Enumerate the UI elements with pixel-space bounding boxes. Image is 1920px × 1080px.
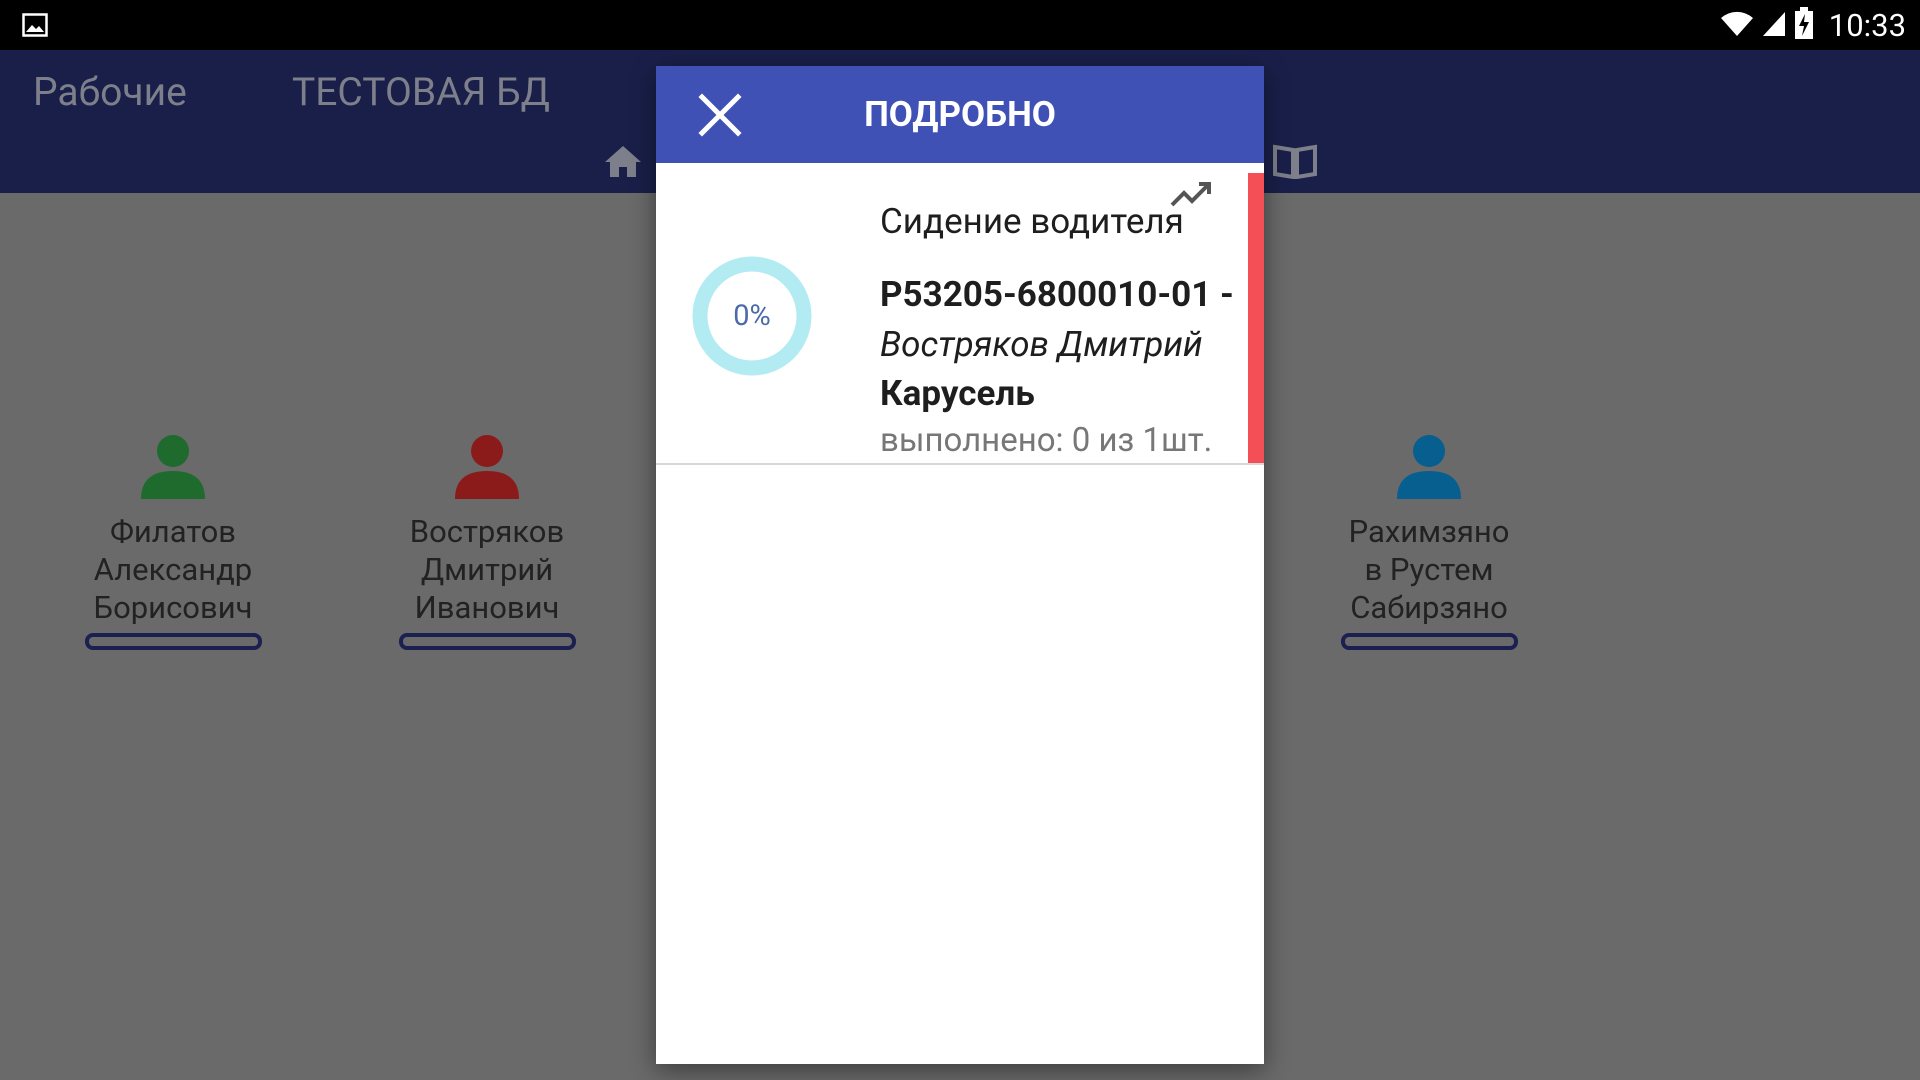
gallery-icon <box>22 13 48 41</box>
status-stripe <box>1248 173 1264 463</box>
task-machine: Карусель <box>880 373 1035 414</box>
person-icon <box>141 435 205 499</box>
worker-progress-bar <box>84 633 262 650</box>
database-name[interactable]: ТЕСТОВАЯ БД <box>292 69 550 115</box>
worker-progress-bar <box>1340 633 1518 650</box>
person-icon <box>1397 435 1461 499</box>
worker-card[interactable]: Филатов Александр Борисович <box>53 433 293 650</box>
signal-icon <box>1761 8 1787 42</box>
wifi-icon <box>1719 8 1755 42</box>
task-completed: выполнено: 0 из 1шт. <box>880 421 1213 460</box>
home-icon[interactable] <box>603 143 643 183</box>
worker-card[interactable]: Рахимзяно в Рустем Сабирзяно <box>1309 433 1549 650</box>
details-dialog: ПОДРОБНО 0% Сидение водителя Р53205-6800… <box>656 66 1264 1064</box>
worker-name: Рахимзяно в Рустем Сабирзяно <box>1348 513 1510 626</box>
dialog-header: ПОДРОБНО <box>656 66 1264 163</box>
clock: 10:33 <box>1828 6 1906 44</box>
task-name: Сидение водителя <box>880 201 1184 242</box>
worker-name: Филатов Александр Борисович <box>93 513 253 626</box>
task-worker: Востряков Дмитрий <box>880 324 1203 365</box>
progress-percent: 0% <box>733 299 771 333</box>
book-icon[interactable] <box>1272 143 1318 183</box>
tab-workers[interactable]: Рабочие <box>33 69 187 115</box>
worker-progress-bar <box>398 633 576 650</box>
person-icon <box>455 435 519 499</box>
dialog-title: ПОДРОБНО <box>864 94 1056 135</box>
status-bar: 10:33 <box>0 0 1920 50</box>
worker-card[interactable]: Востряков Дмитрий Иванович <box>367 433 607 650</box>
task-card[interactable]: 0% Сидение водителя Р53205-6800010-01 - … <box>656 163 1264 465</box>
worker-name: Востряков Дмитрий Иванович <box>409 513 565 626</box>
task-code: Р53205-6800010-01 - <box>880 274 1234 315</box>
battery-charging-icon <box>1793 6 1815 44</box>
